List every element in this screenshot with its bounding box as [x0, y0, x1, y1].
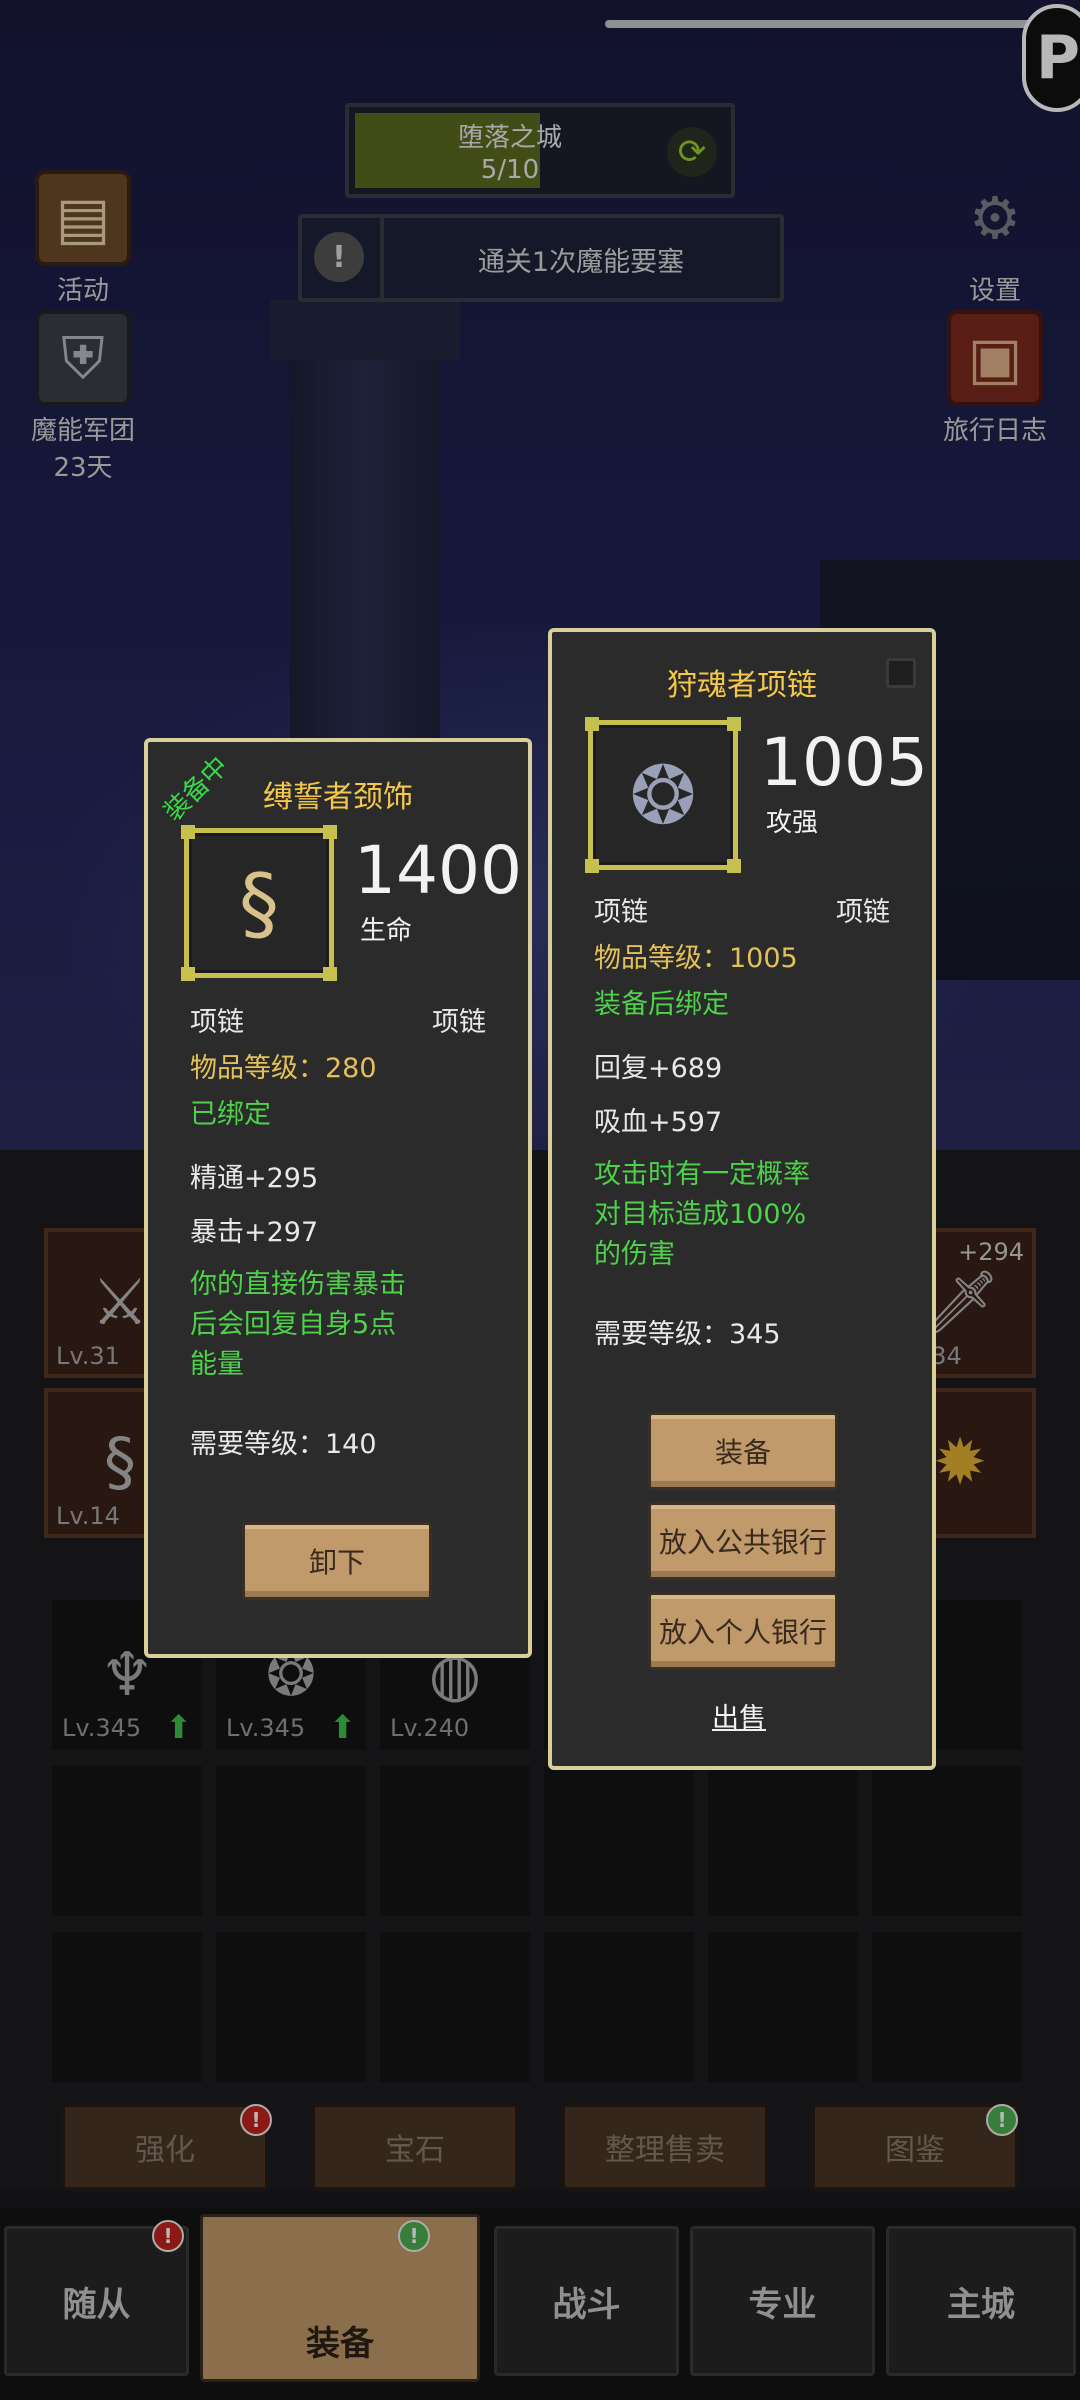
slot-type-right: 项链 — [432, 1007, 486, 1038]
required-level: 需要等级：345 — [594, 1319, 781, 1350]
effect-line: 能量 — [190, 1349, 244, 1380]
effect-line: 对目标造成100% — [594, 1199, 807, 1230]
effect-line: 你的直接伤害暴击 — [190, 1269, 406, 1300]
item-title: 缚誓者颈饰 — [263, 780, 413, 815]
main-stat-name: 生命 — [360, 916, 413, 946]
required-level: 需要等级：140 — [190, 1429, 377, 1460]
item-level: 物品等级：280 — [190, 1053, 377, 1084]
main-stat-value: 1400 — [354, 832, 522, 909]
item-frame: § — [181, 825, 337, 981]
effect-line: 攻击时有一定概率 — [594, 1159, 810, 1190]
claw-necklace-icon: ❂ — [629, 748, 697, 842]
stat-line: 吸血+597 — [594, 1107, 723, 1138]
private-bank-button[interactable]: 放入个人银行 — [648, 1592, 838, 1670]
equipped-item-tooltip: 装备中 缚誓者颈饰 § 1400 生命 项链 项链 物品等级：280 已绑定 精… — [144, 738, 532, 1658]
stat-line: 精通+295 — [190, 1163, 319, 1194]
item-title: 狩魂者项链 — [667, 668, 817, 703]
effect-line: 的伤害 — [594, 1239, 675, 1270]
bind-status: 已绑定 — [190, 1099, 271, 1130]
new-item-tooltip: 狩魂者项链 ❂ 1005 攻强 项链 项链 物品等级：1005 装备后绑定 回复… — [548, 628, 936, 1770]
stat-line: 暴击+297 — [190, 1217, 319, 1248]
main-stat-value: 1005 — [760, 724, 928, 801]
equip-button[interactable]: 装备 — [648, 1412, 838, 1490]
effect-line: 后会回复自身5点 — [190, 1309, 397, 1340]
bind-status: 装备后绑定 — [594, 989, 729, 1020]
slot-type: 项链 — [190, 1007, 244, 1038]
serpent-necklace-icon: § — [239, 856, 279, 950]
main-stat-name: 攻强 — [766, 808, 819, 838]
slot-type: 项链 — [594, 897, 648, 928]
item-level: 物品等级：1005 — [594, 943, 798, 974]
item-frame: ❂ — [585, 717, 741, 873]
sell-link[interactable]: 出售 — [712, 1696, 766, 1735]
slot-type-right: 项链 — [836, 897, 890, 928]
unequip-button[interactable]: 卸下 — [242, 1522, 432, 1600]
stat-line: 回复+689 — [594, 1053, 723, 1084]
public-bank-button[interactable]: 放入公共银行 — [648, 1502, 838, 1580]
